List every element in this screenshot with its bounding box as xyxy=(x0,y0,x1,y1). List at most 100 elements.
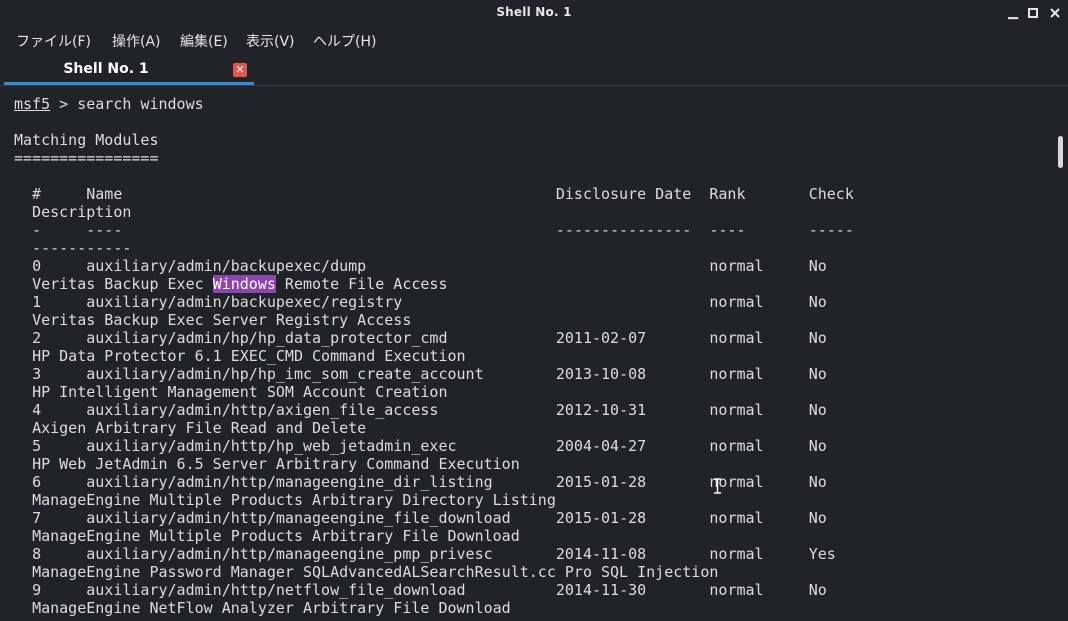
check: No xyxy=(808,581,827,599)
table-header-line: # Name Disclosure Date Rank Check xyxy=(14,185,854,203)
scrollbar-thumb[interactable] xyxy=(1058,136,1063,168)
description: HP Intelligent Management SOM Account Cr… xyxy=(32,383,448,401)
disclosure-date: 2015-01-28 xyxy=(555,509,710,527)
terminal-output: msf5 > search windows Matching Modules =… xyxy=(14,95,854,617)
prompt-name: msf5 xyxy=(14,95,51,113)
description: ManageEngine Multiple Products Arbitrary… xyxy=(32,491,556,509)
check: No xyxy=(808,509,827,527)
title-bar: Shell No. 1 ▁ xyxy=(0,0,1068,26)
check: No xyxy=(808,401,827,419)
disclosure-date: 2012-10-31 xyxy=(555,401,710,419)
module-name: auxiliary/admin/http/hp_web_jetadmin_exe… xyxy=(86,437,556,455)
table-header-line: - ---- --------------- ---- ----- xyxy=(14,221,854,239)
check: No xyxy=(808,293,827,311)
check: No xyxy=(808,329,827,347)
description: ManageEngine Multiple Products Arbitrary… xyxy=(32,527,520,545)
row-number: 4 xyxy=(32,401,87,419)
disclosure-date: 2011-02-07 xyxy=(555,329,710,347)
description: ManageEngine NetFlow Analyzer Arbitrary … xyxy=(32,599,511,617)
table-row: 9 auxiliary/admin/http/netflow_file_down… xyxy=(14,581,827,617)
check: Yes xyxy=(808,545,836,563)
row-number: 6 xyxy=(32,473,87,491)
menu-bar: ファイル(F) 操作(A) 編集(E) 表示(V) ヘルプ(H) xyxy=(0,26,1068,54)
module-name: auxiliary/admin/http/manageengine_dir_li… xyxy=(86,473,556,491)
results-table: # Name Disclosure Date Rank Check Descri… xyxy=(14,185,854,617)
module-name: auxiliary/admin/backupexec/registry xyxy=(86,293,556,311)
description-rest: Remote File Access xyxy=(275,275,448,293)
disclosure-date: 2014-11-08 xyxy=(555,545,710,563)
menu-help[interactable]: ヘルプ(H) xyxy=(313,31,376,51)
window-title: Shell No. 1 xyxy=(496,5,572,19)
table-row: 2 auxiliary/admin/hp/hp_data_protector_c… xyxy=(14,329,827,365)
module-name: auxiliary/admin/http/manageengine_file_d… xyxy=(86,509,556,527)
menu-action[interactable]: 操作(A) xyxy=(112,31,161,51)
table-row: 4 auxiliary/admin/http/axigen_file_acces… xyxy=(14,401,827,437)
module-name: auxiliary/admin/http/manageengine_pmp_pr… xyxy=(86,545,556,563)
table-row: 6 auxiliary/admin/http/manageengine_dir_… xyxy=(14,473,827,509)
module-name: auxiliary/admin/backupexec/dump xyxy=(86,257,556,275)
table-header-line: ----------- xyxy=(14,239,132,257)
table-row: 7 auxiliary/admin/http/manageengine_file… xyxy=(14,509,827,545)
menu-file[interactable]: ファイル(F) xyxy=(16,31,91,51)
row-number: 5 xyxy=(32,437,87,455)
tab-label: Shell No. 1 xyxy=(63,61,149,77)
row-number: 3 xyxy=(32,365,87,383)
minimize-icon[interactable]: ▁ xyxy=(1004,4,1022,22)
row-number: 7 xyxy=(32,509,87,527)
check: No xyxy=(808,473,827,491)
check: No xyxy=(808,365,827,383)
table-header-line: Description xyxy=(14,203,132,221)
command-text: search windows xyxy=(77,95,204,113)
disclosure-date: 2004-04-27 xyxy=(555,437,710,455)
tab-shell-1[interactable]: Shell No. 1 ✕ xyxy=(4,56,254,86)
disclosure-date: 2013-10-08 xyxy=(555,365,710,383)
maximize-icon[interactable] xyxy=(1024,4,1042,22)
table-row: 1 auxiliary/admin/backupexec/registry no… xyxy=(14,293,827,329)
section-rule: ================ xyxy=(14,149,159,167)
rank: normal xyxy=(709,365,809,383)
rank: normal xyxy=(709,509,809,527)
prompt-suffix: > xyxy=(50,95,78,113)
table-row: 5 auxiliary/admin/http/hp_web_jetadmin_e… xyxy=(14,437,827,473)
rank: normal xyxy=(709,401,809,419)
table-row: 8 auxiliary/admin/http/manageengine_pmp_… xyxy=(14,545,836,581)
rank: normal xyxy=(709,437,809,455)
rank: normal xyxy=(709,473,809,491)
terminal-area[interactable]: msf5 > search windows Matching Modules =… xyxy=(0,86,1054,621)
module-name: auxiliary/admin/hp/hp_imc_som_create_acc… xyxy=(86,365,556,383)
row-number: 0 xyxy=(32,257,87,275)
menu-view[interactable]: 表示(V) xyxy=(246,31,295,51)
row-number: 1 xyxy=(32,293,87,311)
disclosure-date xyxy=(556,257,710,275)
close-icon[interactable] xyxy=(1046,4,1064,22)
menu-edit[interactable]: 編集(E) xyxy=(180,31,228,51)
description: ManageEngine Password Manager SQLAdvance… xyxy=(32,563,719,581)
text-cursor-icon xyxy=(713,478,722,494)
tab-close-icon[interactable]: ✕ xyxy=(233,63,247,77)
description: Axigen Arbitrary File Read and Delete xyxy=(32,419,367,437)
description: Veritas Backup Exec Server Registry Acce… xyxy=(32,311,412,329)
disclosure-date: 2014-11-30 xyxy=(555,581,710,599)
check: No xyxy=(808,437,827,455)
rank: normal xyxy=(709,545,809,563)
rank: normal xyxy=(709,293,809,311)
module-name: auxiliary/admin/http/axigen_file_access xyxy=(86,401,556,419)
disclosure-date xyxy=(556,293,710,311)
module-name: auxiliary/admin/hp/hp_data_protector_cmd xyxy=(86,329,556,347)
table-row: 3 auxiliary/admin/hp/hp_imc_som_create_a… xyxy=(14,365,827,401)
row-number: 2 xyxy=(32,329,87,347)
check: No xyxy=(808,257,827,275)
disclosure-date: 2015-01-28 xyxy=(555,473,710,491)
rank: normal xyxy=(709,257,809,275)
search-highlight: Windows xyxy=(212,275,276,293)
table-row: 0 auxiliary/admin/backupexec/dump normal… xyxy=(14,257,827,293)
section-title: Matching Modules xyxy=(14,131,159,149)
rank: normal xyxy=(709,329,809,347)
tab-bar: Shell No. 1 ✕ xyxy=(0,56,1068,86)
description: Veritas Backup Exec xyxy=(32,275,213,293)
module-name: auxiliary/admin/http/netflow_file_downlo… xyxy=(86,581,556,599)
row-number: 8 xyxy=(32,545,87,563)
description: HP Data Protector 6.1 EXEC_CMD Command E… xyxy=(32,347,466,365)
rank: normal xyxy=(709,581,809,599)
description: HP Web JetAdmin 6.5 Server Arbitrary Com… xyxy=(32,455,520,473)
